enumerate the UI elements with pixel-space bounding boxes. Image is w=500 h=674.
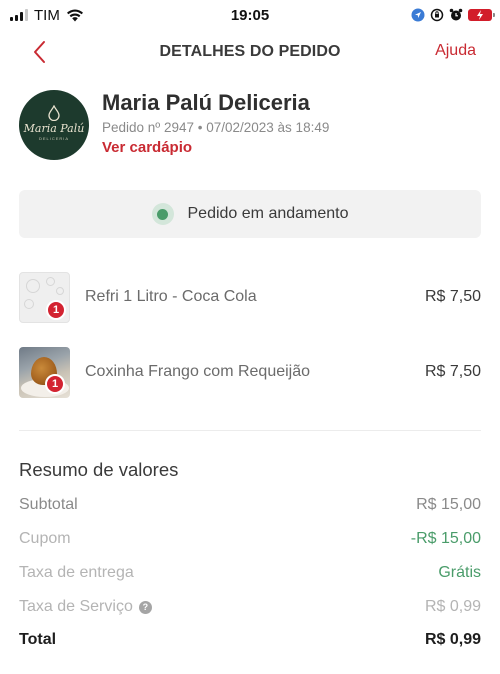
delivery-fee-label: Taxa de entrega [19, 564, 134, 581]
order-status-card: Pedido em andamento [19, 190, 481, 238]
logo-subtext: DELICERIA [38, 136, 70, 141]
chevron-left-icon [34, 41, 45, 63]
alarm-icon [449, 8, 463, 21]
battery-icon [468, 9, 495, 21]
order-item[interactable]: 1 Refri 1 Litro - Coca Cola R$ 7,50 [19, 271, 481, 323]
item-image-placeholder: 1 [19, 271, 70, 323]
total-row: Total R$ 0,99 [19, 628, 481, 652]
question-mark-icon[interactable]: ? [138, 600, 152, 614]
status-bar-right [411, 8, 495, 22]
service-fee-label-group: Taxa de Serviço ? [19, 598, 152, 616]
coupon-row: Cupom -R$ 15,00 [19, 527, 481, 551]
item-price: R$ 7,50 [424, 363, 481, 380]
drop-icon [48, 105, 60, 121]
status-dot-icon [151, 203, 174, 225]
subtotal-row: Subtotal R$ 15,00 [19, 493, 481, 517]
store-name: Maria Palú Deliceria [102, 90, 310, 115]
help-link[interactable]: Ajuda [435, 42, 476, 60]
service-fee-row: Taxa de Serviço ? R$ 0,99 [19, 595, 481, 619]
summary-title: Resumo de valores [19, 459, 179, 480]
signal-icon [10, 9, 28, 21]
store-info: Maria Palú DELICERIA Maria Palú Deliceri… [19, 90, 481, 162]
order-status-label: Pedido em andamento [187, 205, 349, 222]
back-button[interactable] [26, 38, 54, 66]
service-fee-label: Taxa de Serviço [19, 598, 133, 615]
page-title: DETALHES DO PEDIDO [159, 43, 341, 60]
order-meta: Pedido nº 2947 • 07/02/2023 às 18:49 [102, 120, 330, 135]
item-image: 1 [19, 346, 70, 398]
subtotal-value: R$ 15,00 [416, 496, 481, 513]
location-icon [411, 8, 425, 22]
total-label: Total [19, 631, 57, 648]
store-logo[interactable]: Maria Palú DELICERIA [19, 90, 89, 160]
store-details: Maria Palú Deliceria Pedido nº 2947 • 07… [102, 90, 329, 162]
wifi-icon [66, 9, 83, 21]
item-name: Refri 1 Litro - Coca Cola [85, 288, 257, 305]
service-fee-value: R$ 0,99 [424, 598, 481, 615]
carrier-label: TIM [34, 6, 60, 24]
status-bar: TIM 19:05 [0, 0, 500, 30]
delivery-fee-value: Grátis [438, 564, 481, 581]
subtotal-label: Subtotal [19, 496, 78, 513]
quantity-badge: 1 [46, 299, 66, 320]
item-price: R$ 7,50 [424, 288, 481, 305]
lock-rotation-icon [430, 8, 444, 22]
view-menu-link[interactable]: Ver cardápio [102, 139, 329, 156]
coupon-label: Cupom [19, 530, 71, 547]
divider [19, 430, 481, 431]
order-item[interactable]: 1 Coxinha Frango com Requeijão R$ 7,50 [19, 346, 481, 398]
item-name: Coxinha Frango com Requeijão [85, 363, 311, 380]
order-details-screen: TIM 19:05 DETALHES DO PEDIDO Ajuda Maria… [0, 0, 500, 674]
total-value: R$ 0,99 [424, 631, 481, 648]
logo-text: Maria Palú [23, 122, 85, 135]
delivery-fee-row: Taxa de entrega Grátis [19, 561, 481, 585]
status-bar-left: TIM [10, 7, 84, 24]
coupon-value: -R$ 15,00 [410, 530, 481, 547]
app-header: DETALHES DO PEDIDO Ajuda [0, 32, 500, 72]
quantity-badge: 1 [45, 373, 65, 394]
